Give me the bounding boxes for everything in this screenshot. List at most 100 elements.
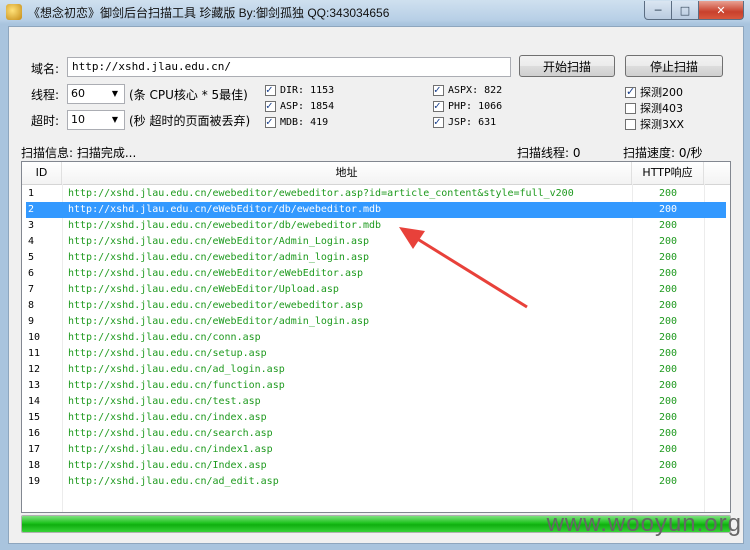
row-url[interactable]: http://xshd.jlau.edu.cn/Index.asp bbox=[68, 458, 628, 474]
close-button[interactable]: ✕ bbox=[699, 1, 744, 20]
threads-value: 60 bbox=[71, 87, 85, 100]
table-row[interactable]: 12 http://xshd.jlau.edu.cn/ad_login.asp 20… bbox=[22, 362, 730, 378]
table-row[interactable]: 1 http://xshd.jlau.edu.cn/ewebeditor/eweb… bbox=[22, 186, 730, 202]
scan-info-status: 扫描信息: 扫描完成... bbox=[21, 146, 137, 160]
table-row[interactable]: 14 http://xshd.jlau.edu.cn/test.asp 200 bbox=[22, 394, 730, 410]
table-row[interactable]: 5 http://xshd.jlau.edu.cn/ewebeditor/admi… bbox=[22, 250, 730, 266]
row-url[interactable]: http://xshd.jlau.edu.cn/ad_edit.asp bbox=[68, 474, 628, 490]
row-url[interactable]: http://xshd.jlau.edu.cn/eWebEditor/eWebE… bbox=[68, 266, 628, 282]
row-url[interactable]: http://xshd.jlau.edu.cn/function.asp bbox=[68, 378, 628, 394]
checkbox-box[interactable] bbox=[625, 85, 636, 98]
dict-checkbox-php[interactable]: PHP: 1066 bbox=[433, 99, 503, 112]
stop-scan-button[interactable]: 停止扫描 bbox=[625, 55, 723, 77]
table-row[interactable]: 17 http://xshd.jlau.edu.cn/index1.asp 200 bbox=[22, 442, 730, 458]
row-url[interactable]: http://xshd.jlau.edu.cn/ad_login.asp bbox=[68, 362, 628, 378]
domain-input[interactable]: http://xshd.jlau.edu.cn/ bbox=[67, 57, 511, 77]
probe-checkbox-200[interactable]: 探测200 bbox=[625, 84, 683, 100]
dict-label: MDB: 419 bbox=[280, 117, 329, 128]
checkbox-box[interactable] bbox=[625, 102, 636, 114]
row-url[interactable]: http://xshd.jlau.edu.cn/search.asp bbox=[68, 426, 628, 442]
timeout-select[interactable]: 10 ▼ bbox=[67, 110, 125, 130]
minimize-button[interactable]: ─ bbox=[644, 1, 672, 20]
probe-checkbox-3xx[interactable]: 探测3XX bbox=[625, 116, 684, 132]
checkbox-box[interactable] bbox=[265, 83, 276, 96]
row-url[interactable]: http://xshd.jlau.edu.cn/index1.asp bbox=[68, 442, 628, 458]
row-url[interactable]: http://xshd.jlau.edu.cn/conn.asp bbox=[68, 330, 628, 346]
column-header-url[interactable]: 地址 bbox=[62, 162, 632, 184]
table-row[interactable]: 3 http://xshd.jlau.edu.cn/ewebeditor/db/e… bbox=[22, 218, 730, 234]
row-id: 1 bbox=[28, 188, 35, 199]
probe-label: 探测403 bbox=[640, 102, 683, 115]
probe-checkbox-403[interactable]: 探测403 bbox=[625, 100, 683, 116]
window-controls: ─ □ ✕ bbox=[644, 1, 744, 20]
checkbox-box[interactable] bbox=[625, 118, 636, 130]
row-url[interactable]: http://xshd.jlau.edu.cn/ewebeditor/ewebe… bbox=[68, 298, 628, 314]
row-http-code: 200 bbox=[658, 188, 678, 199]
dict-checkbox-jsp[interactable]: JSP: 631 bbox=[433, 115, 496, 128]
start-scan-button[interactable]: 开始扫描 bbox=[519, 55, 615, 77]
table-row[interactable]: 7 http://xshd.jlau.edu.cn/eWebEditor/Uplo… bbox=[22, 282, 730, 298]
row-http-code: 200 bbox=[658, 348, 678, 359]
title-bar[interactable]: 《想念初恋》御剑后台扫描工具 珍藏版 By:御剑孤独 QQ:343034656 … bbox=[0, 0, 750, 24]
chevron-down-icon[interactable]: ▼ bbox=[108, 86, 122, 102]
row-http-code: 200 bbox=[658, 316, 678, 327]
table-row[interactable]: 10 http://xshd.jlau.edu.cn/conn.asp 200 bbox=[22, 330, 730, 346]
row-http-code: 200 bbox=[658, 252, 678, 263]
row-url[interactable]: http://xshd.jlau.edu.cn/index.asp bbox=[68, 410, 628, 426]
maximize-button[interactable]: □ bbox=[672, 1, 699, 20]
row-url[interactable]: http://xshd.jlau.edu.cn/setup.asp bbox=[68, 346, 628, 362]
table-row[interactable]: 8 http://xshd.jlau.edu.cn/ewebeditor/eweb… bbox=[22, 298, 730, 314]
row-http-code: 200 bbox=[658, 460, 678, 471]
scan-threads-status: 扫描线程: 0 bbox=[517, 146, 581, 160]
table-row[interactable]: 13 http://xshd.jlau.edu.cn/function.asp 20… bbox=[22, 378, 730, 394]
threads-select[interactable]: 60 ▼ bbox=[67, 84, 125, 104]
table-row[interactable]: 18 http://xshd.jlau.edu.cn/Index.asp 200 bbox=[22, 458, 730, 474]
row-url[interactable]: http://xshd.jlau.edu.cn/eWebEditor/admin… bbox=[68, 314, 628, 330]
dict-checkbox-mdb[interactable]: MDB: 419 bbox=[265, 115, 329, 128]
row-id: 14 bbox=[28, 396, 41, 407]
table-row[interactable]: 9 http://xshd.jlau.edu.cn/eWebEditor/admi… bbox=[22, 314, 730, 330]
row-http-code: 200 bbox=[658, 300, 678, 311]
checkbox-box[interactable] bbox=[433, 99, 444, 112]
row-url[interactable]: http://xshd.jlau.edu.cn/ewebeditor/ewebe… bbox=[68, 186, 628, 202]
results-table[interactable]: ID 地址 HTTP响应 1 http://xshd.jlau.edu.cn/ew… bbox=[21, 161, 731, 513]
row-url[interactable]: http://xshd.jlau.edu.cn/eWebEditor/Admin… bbox=[68, 234, 628, 250]
row-id: 13 bbox=[28, 380, 41, 391]
row-id: 12 bbox=[28, 364, 41, 375]
row-http-code: 200 bbox=[658, 444, 678, 455]
table-row[interactable]: 19 http://xshd.jlau.edu.cn/ad_edit.asp 200 bbox=[22, 474, 730, 490]
chevron-down-icon[interactable]: ▼ bbox=[108, 112, 122, 128]
table-row[interactable]: 2 http://xshd.jlau.edu.cn/eWebEditor/db/e… bbox=[26, 202, 726, 218]
checkbox-box[interactable] bbox=[265, 115, 276, 128]
row-url[interactable]: http://xshd.jlau.edu.cn/ewebeditor/admin… bbox=[68, 250, 628, 266]
dict-checkbox-asp[interactable]: ASP: 1854 bbox=[265, 99, 334, 112]
table-row[interactable]: 4 http://xshd.jlau.edu.cn/eWebEditor/Admi… bbox=[22, 234, 730, 250]
row-url[interactable]: http://xshd.jlau.edu.cn/eWebEditor/db/ew… bbox=[68, 202, 628, 218]
row-http-code: 200 bbox=[658, 332, 678, 343]
table-row[interactable]: 15 http://xshd.jlau.edu.cn/index.asp 200 bbox=[22, 410, 730, 426]
row-id: 11 bbox=[28, 348, 41, 359]
dict-label: PHP: 1066 bbox=[448, 101, 503, 112]
watermark-text: www.wooyun.org bbox=[546, 510, 742, 537]
column-header-id[interactable]: ID bbox=[22, 162, 62, 184]
row-http-code: 200 bbox=[658, 268, 678, 279]
table-row[interactable]: 16 http://xshd.jlau.edu.cn/search.asp 200 bbox=[22, 426, 730, 442]
column-header-http[interactable]: HTTP响应 bbox=[632, 162, 704, 184]
checkbox-box[interactable] bbox=[433, 83, 444, 96]
table-row[interactable]: 6 http://xshd.jlau.edu.cn/eWebEditor/eWeb… bbox=[22, 266, 730, 282]
window-title: 《想念初恋》御剑后台扫描工具 珍藏版 By:御剑孤独 QQ:343034656 bbox=[28, 6, 390, 20]
app-icon bbox=[6, 4, 22, 20]
row-url[interactable]: http://xshd.jlau.edu.cn/test.asp bbox=[68, 394, 628, 410]
row-id: 9 bbox=[28, 316, 35, 327]
scan-speed-status: 扫描速度: 0/秒 bbox=[623, 146, 703, 160]
dict-checkbox-aspx[interactable]: ASPX: 822 bbox=[433, 83, 502, 96]
table-header: ID 地址 HTTP响应 bbox=[22, 162, 730, 185]
arrow-head bbox=[399, 227, 425, 249]
checkbox-box[interactable] bbox=[265, 99, 276, 112]
checkbox-box[interactable] bbox=[433, 115, 444, 128]
arrow-shaft bbox=[410, 233, 528, 309]
dict-checkbox-dir[interactable]: DIR: 1153 bbox=[265, 83, 334, 96]
row-url[interactable]: http://xshd.jlau.edu.cn/ewebeditor/db/ew… bbox=[68, 218, 628, 234]
table-row[interactable]: 11 http://xshd.jlau.edu.cn/setup.asp 200 bbox=[22, 346, 730, 362]
row-url[interactable]: http://xshd.jlau.edu.cn/eWebEditor/Uploa… bbox=[68, 282, 628, 298]
